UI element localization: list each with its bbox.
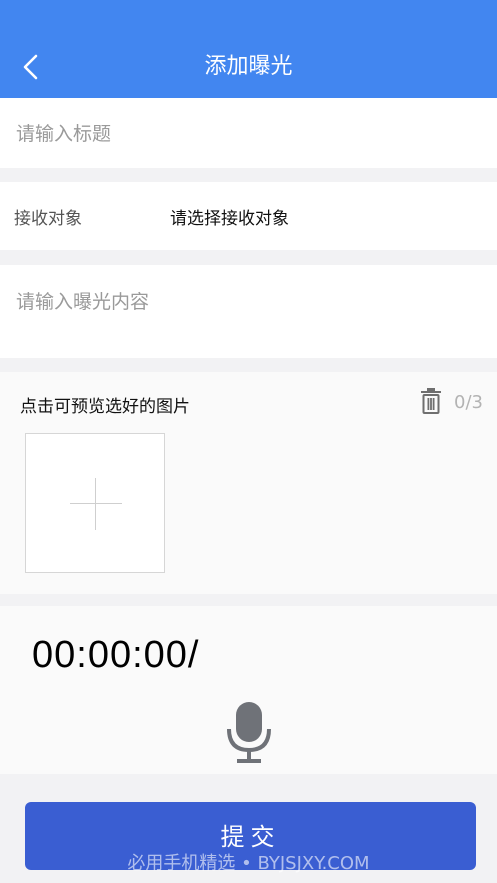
audio-section: 00:00:00/ xyxy=(0,606,497,774)
submit-label: 提交 xyxy=(220,823,281,851)
record-timer: 00:00:00/ xyxy=(32,634,200,676)
image-count: 0/3 xyxy=(454,392,483,413)
page-title: 添加曝光 xyxy=(204,54,293,79)
title-input-placeholder: 请输入标题 xyxy=(16,123,112,145)
content-input-placeholder: 请输入曝光内容 xyxy=(16,291,150,313)
receiver-label: 接收对象 xyxy=(14,209,82,229)
app-header: 添加曝光 xyxy=(0,0,497,98)
receiver-select[interactable]: 请选择接收对象 xyxy=(170,204,289,229)
image-section: 点击可预览选好的图片 0/3 xyxy=(0,372,497,594)
microphone-icon[interactable] xyxy=(226,702,272,764)
title-input[interactable]: 请输入标题 xyxy=(0,98,497,168)
trash-icon[interactable] xyxy=(419,388,443,414)
plus-icon xyxy=(70,503,122,504)
add-image-button[interactable] xyxy=(25,433,165,573)
receiver-row[interactable]: 接收对象 请选择接收对象 xyxy=(0,182,497,250)
content-input[interactable]: 请输入曝光内容 xyxy=(0,265,497,358)
watermark: 必用手机精选 • BYJSJXY.COM xyxy=(127,853,370,874)
image-hint: 点击可预览选好的图片 xyxy=(20,397,190,417)
